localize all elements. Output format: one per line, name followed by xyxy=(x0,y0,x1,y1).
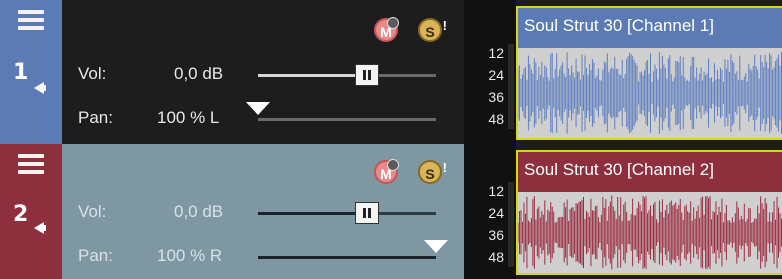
event-title[interactable]: Soul Strut 30 [Channel 2] xyxy=(518,152,782,192)
pan-slider-thumb[interactable] xyxy=(246,102,270,115)
pan-label: Pan: xyxy=(78,246,113,265)
volume-slider-fill xyxy=(258,212,367,215)
meter-tick: 24 xyxy=(488,205,504,221)
meter-bar xyxy=(508,44,514,129)
solo-icon[interactable]: S xyxy=(418,156,447,184)
mute-icon[interactable]: M xyxy=(374,159,399,184)
track-1: 1 M S Vol: 0,0 dB Pan: 100 % L 12 24 36 … xyxy=(0,0,782,144)
waveform[interactable] xyxy=(518,192,782,273)
waveform-path xyxy=(518,52,782,134)
waveform-path xyxy=(518,195,782,270)
waveform[interactable] xyxy=(518,48,782,138)
meter-tick: 36 xyxy=(488,227,504,243)
pan-slider-fill xyxy=(258,256,436,259)
pan-slider-thumb[interactable] xyxy=(424,240,448,253)
track-color-strip[interactable]: 2 xyxy=(0,144,62,279)
pan-slider[interactable] xyxy=(258,240,448,259)
meter-tick: 24 xyxy=(488,67,504,83)
meter-tick: 36 xyxy=(488,89,504,105)
pan-label: Pan: xyxy=(78,108,113,127)
volume-slider[interactable] xyxy=(258,64,436,86)
level-meter: 12 24 36 48 xyxy=(464,144,516,279)
volume-slider-fill xyxy=(258,74,367,77)
speaker-icon xyxy=(34,82,46,94)
menu-icon[interactable] xyxy=(18,10,44,32)
menu-icon[interactable] xyxy=(18,154,44,176)
speaker-icon xyxy=(34,222,46,234)
waveform-graphic xyxy=(518,52,782,134)
mute-icon[interactable]: M xyxy=(374,17,399,42)
volume-slider-thumb[interactable] xyxy=(354,64,379,86)
volume-slider[interactable] xyxy=(258,202,436,224)
volume-label: Vol: xyxy=(78,64,107,83)
meter-tick: 12 xyxy=(488,183,504,199)
volume-label: Vol: xyxy=(78,202,107,221)
pan-value[interactable]: 100 % L xyxy=(157,108,219,128)
meter-tick: 12 xyxy=(488,45,504,61)
meter-scale: 12 24 36 48 xyxy=(488,180,504,268)
audio-event[interactable]: Soul Strut 30 [Channel 1] xyxy=(516,6,782,140)
volume-slider-thumb[interactable] xyxy=(354,202,379,224)
event-title[interactable]: Soul Strut 30 [Channel 1] xyxy=(518,8,782,48)
pan-value[interactable]: 100 % R xyxy=(157,246,222,266)
level-meter: 12 24 36 48 xyxy=(464,0,516,144)
pan-slider[interactable] xyxy=(246,102,436,121)
volume-value[interactable]: 0,0 dB xyxy=(174,64,223,84)
solo-icon[interactable]: S xyxy=(418,14,447,42)
meter-tick: 48 xyxy=(488,111,504,127)
meter-scale: 12 24 36 48 xyxy=(488,42,504,130)
track-number: 2 xyxy=(13,202,29,227)
track-header[interactable]: M S Vol: 0,0 dB Pan: 100 % L xyxy=(62,0,464,144)
meter-bar xyxy=(508,182,514,267)
track-color-strip[interactable]: 1 xyxy=(0,0,62,144)
track-2: 2 M S Vol: 0,0 dB Pan: 100 % R 12 24 36 … xyxy=(0,144,782,279)
volume-value[interactable]: 0,0 dB xyxy=(174,202,223,222)
track-header[interactable]: M S Vol: 0,0 dB Pan: 100 % R xyxy=(62,144,464,279)
waveform-graphic xyxy=(518,195,782,270)
audio-event[interactable]: Soul Strut 30 [Channel 2] xyxy=(516,150,782,275)
track-number: 1 xyxy=(13,60,29,85)
meter-tick: 48 xyxy=(488,249,504,265)
